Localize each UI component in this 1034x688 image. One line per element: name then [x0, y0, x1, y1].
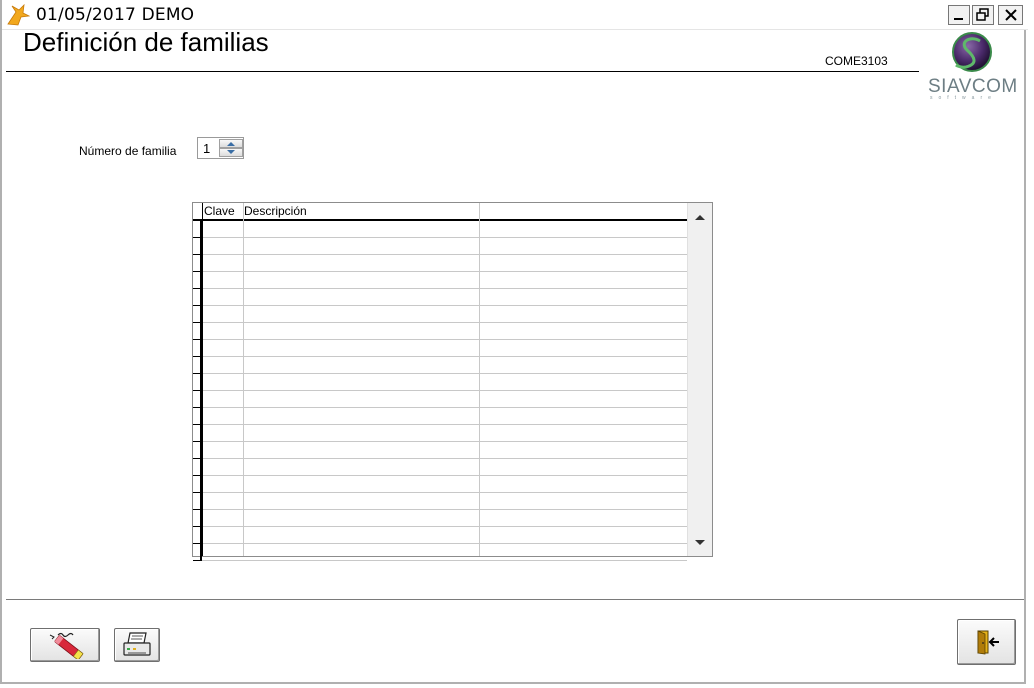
- table-row[interactable]: [193, 374, 687, 391]
- toolbar-divider: [6, 599, 1024, 600]
- printer-icon: [123, 632, 151, 656]
- title-bar: 01/05/2017 DEMO: [2, 0, 1028, 30]
- row-selector[interactable]: [193, 374, 202, 391]
- row-selector[interactable]: [193, 459, 202, 476]
- spin-up-icon: [227, 142, 235, 146]
- row-selector[interactable]: [193, 493, 202, 510]
- family-number-input[interactable]: [200, 140, 219, 156]
- table-row[interactable]: [193, 544, 687, 561]
- family-number-spinner[interactable]: [197, 137, 244, 159]
- row-selector[interactable]: [193, 340, 202, 357]
- table-row[interactable]: [193, 306, 687, 323]
- grid-body: [193, 221, 687, 561]
- spin-down-button[interactable]: [219, 148, 243, 157]
- vertical-scrollbar[interactable]: [687, 203, 712, 556]
- table-row[interactable]: [193, 272, 687, 289]
- table-row[interactable]: [193, 442, 687, 459]
- table-row[interactable]: [193, 357, 687, 374]
- table-row[interactable]: [193, 238, 687, 255]
- exit-button[interactable]: [957, 619, 1016, 665]
- row-selector[interactable]: [193, 408, 202, 425]
- row-selector[interactable]: [193, 289, 202, 306]
- table-row[interactable]: [193, 289, 687, 306]
- table-row[interactable]: [193, 340, 687, 357]
- minimize-icon: [954, 18, 963, 20]
- application-window: 01/05/2017 DEMO Definición de familias C…: [0, 0, 1028, 684]
- row-selector[interactable]: [193, 221, 202, 238]
- row-selector[interactable]: [193, 510, 202, 527]
- row-selector[interactable]: [193, 238, 202, 255]
- table-row[interactable]: [193, 323, 687, 340]
- edit-button[interactable]: [30, 628, 100, 662]
- eraser-pencil-icon: [49, 632, 84, 659]
- row-selector[interactable]: [193, 544, 202, 561]
- restore-button[interactable]: [972, 5, 994, 25]
- table-row[interactable]: [193, 425, 687, 442]
- column-header-descripcion[interactable]: Descripción: [244, 203, 307, 219]
- row-selector[interactable]: [193, 527, 202, 544]
- column-divider: [479, 203, 480, 556]
- exit-door-icon: [977, 630, 999, 655]
- app-phoenix-icon: [7, 4, 30, 26]
- row-selector[interactable]: [193, 357, 202, 374]
- table-row[interactable]: [193, 255, 687, 272]
- row-selector[interactable]: [193, 255, 202, 272]
- row-selector[interactable]: [193, 391, 202, 408]
- spin-up-button[interactable]: [219, 139, 243, 148]
- window-title: 01/05/2017 DEMO: [36, 5, 195, 25]
- column-divider: [243, 203, 244, 556]
- scroll-down-icon[interactable]: [694, 539, 706, 547]
- row-selector[interactable]: [193, 425, 202, 442]
- table-row[interactable]: [193, 510, 687, 527]
- table-row[interactable]: [193, 221, 687, 238]
- row-selector[interactable]: [193, 476, 202, 493]
- column-header-clave[interactable]: Clave: [204, 203, 235, 219]
- selector-divider: [202, 203, 203, 556]
- table-row[interactable]: [193, 408, 687, 425]
- table-row[interactable]: [193, 527, 687, 544]
- row-selector[interactable]: [193, 272, 202, 289]
- row-selector[interactable]: [193, 306, 202, 323]
- close-button[interactable]: [998, 5, 1023, 25]
- table-row[interactable]: [193, 459, 687, 476]
- scroll-up-icon[interactable]: [694, 213, 706, 221]
- logo-subtext: software: [930, 95, 997, 101]
- page-title: Definición de familias: [23, 27, 269, 57]
- families-grid[interactable]: Clave Descripción: [192, 202, 713, 561]
- minimize-button[interactable]: [948, 5, 970, 25]
- title-divider: [6, 71, 919, 72]
- family-number-label: Número de familia: [79, 144, 177, 158]
- table-row[interactable]: [193, 476, 687, 493]
- restore-icon: [976, 8, 989, 21]
- print-button[interactable]: [114, 628, 160, 662]
- spin-down-icon: [227, 150, 235, 154]
- close-icon: [1004, 9, 1017, 21]
- row-selector[interactable]: [193, 323, 202, 340]
- screen-code: COME3103: [825, 54, 888, 68]
- row-selector[interactable]: [193, 442, 202, 459]
- table-row[interactable]: [193, 493, 687, 510]
- grid-header: Clave Descripción: [193, 203, 687, 221]
- table-row[interactable]: [193, 391, 687, 408]
